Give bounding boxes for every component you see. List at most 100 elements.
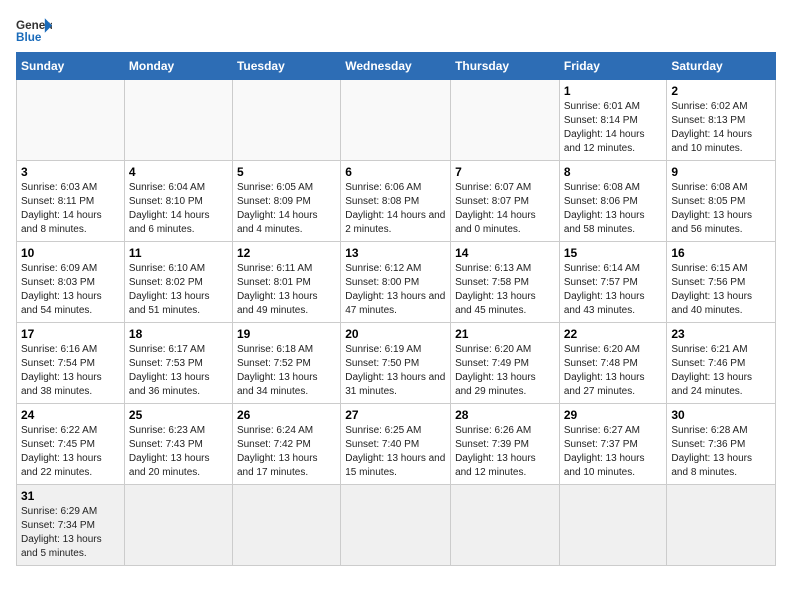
- day-number: 5: [237, 165, 336, 179]
- calendar-week-row: 24Sunrise: 6:22 AM Sunset: 7:45 PM Dayli…: [17, 404, 776, 485]
- calendar-cell: 15 Sunrise: 6:14 AM Sunset: 7:57 PM Dayli…: [559, 242, 667, 323]
- calendar-cell: [124, 80, 232, 161]
- calendar-cell: 18 Sunrise: 6:17 AM Sunset: 7:53 PM Dayli…: [124, 323, 232, 404]
- calendar-cell: [559, 485, 667, 566]
- day-info: Sunrise: 6:08 AM Sunset: 8:05 PM Dayligh…: [671, 181, 771, 237]
- generalblue-logo-icon: General Blue: [16, 16, 52, 44]
- day-info: Sunrise: 6:17 AM Sunset: 7:53 PM Dayligh…: [129, 343, 228, 399]
- calendar-cell: 16 Sunrise: 6:15 AM Sunset: 7:56 PM Dayli…: [667, 242, 776, 323]
- day-number: 20: [345, 327, 446, 341]
- svg-text:Blue: Blue: [16, 31, 42, 44]
- calendar-cell: 13 Sunrise: 6:12 AM Sunset: 8:00 PM Dayli…: [341, 242, 451, 323]
- calendar-cell: 1 Sunrise: 6:01 AM Sunset: 8:14 PM Daylig…: [559, 80, 667, 161]
- day-number: 8: [564, 165, 663, 179]
- calendar-cell: [124, 485, 232, 566]
- calendar-cell: 24Sunrise: 6:22 AM Sunset: 7:45 PM Dayli…: [17, 404, 125, 485]
- day-info: Sunrise: 6:23 AM Sunset: 7:43 PM Dayligh…: [129, 424, 228, 480]
- calendar-cell: [341, 485, 451, 566]
- day-number: 22: [564, 327, 663, 341]
- calendar-cell: 22 Sunrise: 6:20 AM Sunset: 7:48 PM Dayli…: [559, 323, 667, 404]
- calendar-week-row: 1 Sunrise: 6:01 AM Sunset: 8:14 PM Daylig…: [17, 80, 776, 161]
- day-info: Sunrise: 6:10 AM Sunset: 8:02 PM Dayligh…: [129, 262, 228, 318]
- day-number: 18: [129, 327, 228, 341]
- calendar-cell: 7 Sunrise: 6:07 AM Sunset: 8:07 PM Daylig…: [451, 161, 560, 242]
- logo: General Blue: [16, 16, 52, 44]
- day-info: Sunrise: 6:27 AM Sunset: 7:37 PM Dayligh…: [564, 424, 663, 480]
- calendar-table: SundayMondayTuesdayWednesdayThursdayFrid…: [16, 52, 776, 566]
- calendar-cell: 9 Sunrise: 6:08 AM Sunset: 8:05 PM Daylig…: [667, 161, 776, 242]
- day-number: 9: [671, 165, 771, 179]
- calendar-cell: 21Sunrise: 6:20 AM Sunset: 7:49 PM Dayli…: [451, 323, 560, 404]
- calendar-cell: 8 Sunrise: 6:08 AM Sunset: 8:06 PM Daylig…: [559, 161, 667, 242]
- calendar-cell: 5Sunrise: 6:05 AM Sunset: 8:09 PM Daylig…: [232, 161, 340, 242]
- calendar-cell: 6Sunrise: 6:06 AM Sunset: 8:08 PM Daylig…: [341, 161, 451, 242]
- day-info: Sunrise: 6:26 AM Sunset: 7:39 PM Dayligh…: [455, 424, 555, 480]
- calendar-cell: 10Sunrise: 6:09 AM Sunset: 8:03 PM Dayli…: [17, 242, 125, 323]
- page-header: General Blue: [16, 16, 776, 44]
- calendar-cell: [232, 485, 340, 566]
- calendar-cell: [667, 485, 776, 566]
- day-number: 2: [671, 84, 771, 98]
- day-number: 16: [671, 246, 771, 260]
- day-info: Sunrise: 6:13 AM Sunset: 7:58 PM Dayligh…: [455, 262, 555, 318]
- day-number: 11: [129, 246, 228, 260]
- day-number: 1: [564, 84, 663, 98]
- day-number: 21: [455, 327, 555, 341]
- calendar-week-row: 3Sunrise: 6:03 AM Sunset: 8:11 PM Daylig…: [17, 161, 776, 242]
- day-info: Sunrise: 6:22 AM Sunset: 7:45 PM Dayligh…: [21, 424, 120, 480]
- calendar-header-row: SundayMondayTuesdayWednesdayThursdayFrid…: [17, 53, 776, 80]
- day-info: Sunrise: 6:28 AM Sunset: 7:36 PM Dayligh…: [671, 424, 771, 480]
- day-info: Sunrise: 6:15 AM Sunset: 7:56 PM Dayligh…: [671, 262, 771, 318]
- day-number: 28: [455, 408, 555, 422]
- day-info: Sunrise: 6:18 AM Sunset: 7:52 PM Dayligh…: [237, 343, 336, 399]
- day-number: 14: [455, 246, 555, 260]
- calendar-cell: 31Sunrise: 6:29 AM Sunset: 7:34 PM Dayli…: [17, 485, 125, 566]
- day-number: 25: [129, 408, 228, 422]
- calendar-cell: [341, 80, 451, 161]
- day-info: Sunrise: 6:14 AM Sunset: 7:57 PM Dayligh…: [564, 262, 663, 318]
- day-number: 13: [345, 246, 446, 260]
- day-number: 7: [455, 165, 555, 179]
- day-info: Sunrise: 6:11 AM Sunset: 8:01 PM Dayligh…: [237, 262, 336, 318]
- calendar-cell: 29Sunrise: 6:27 AM Sunset: 7:37 PM Dayli…: [559, 404, 667, 485]
- day-number: 27: [345, 408, 446, 422]
- calendar-cell: 28 Sunrise: 6:26 AM Sunset: 7:39 PM Dayli…: [451, 404, 560, 485]
- calendar-cell: 2Sunrise: 6:02 AM Sunset: 8:13 PM Daylig…: [667, 80, 776, 161]
- day-number: 3: [21, 165, 120, 179]
- col-header-saturday: Saturday: [667, 53, 776, 80]
- day-info: Sunrise: 6:24 AM Sunset: 7:42 PM Dayligh…: [237, 424, 336, 480]
- calendar-cell: 11 Sunrise: 6:10 AM Sunset: 8:02 PM Dayli…: [124, 242, 232, 323]
- day-info: Sunrise: 6:12 AM Sunset: 8:00 PM Dayligh…: [345, 262, 446, 318]
- day-info: Sunrise: 6:29 AM Sunset: 7:34 PM Dayligh…: [21, 505, 120, 561]
- calendar-cell: 19 Sunrise: 6:18 AM Sunset: 7:52 PM Dayli…: [232, 323, 340, 404]
- calendar-cell: [451, 485, 560, 566]
- day-info: Sunrise: 6:01 AM Sunset: 8:14 PM Dayligh…: [564, 100, 663, 156]
- calendar-cell: [451, 80, 560, 161]
- day-number: 17: [21, 327, 120, 341]
- day-number: 12: [237, 246, 336, 260]
- day-info: Sunrise: 6:07 AM Sunset: 8:07 PM Dayligh…: [455, 181, 555, 237]
- col-header-tuesday: Tuesday: [232, 53, 340, 80]
- day-number: 30: [671, 408, 771, 422]
- col-header-sunday: Sunday: [17, 53, 125, 80]
- calendar-cell: 14 Sunrise: 6:13 AM Sunset: 7:58 PM Dayli…: [451, 242, 560, 323]
- day-info: Sunrise: 6:20 AM Sunset: 7:48 PM Dayligh…: [564, 343, 663, 399]
- calendar-cell: 30 Sunrise: 6:28 AM Sunset: 7:36 PM Dayli…: [667, 404, 776, 485]
- calendar-cell: 17Sunrise: 6:16 AM Sunset: 7:54 PM Dayli…: [17, 323, 125, 404]
- day-info: Sunrise: 6:25 AM Sunset: 7:40 PM Dayligh…: [345, 424, 446, 480]
- day-number: 15: [564, 246, 663, 260]
- day-number: 19: [237, 327, 336, 341]
- calendar-cell: 26Sunrise: 6:24 AM Sunset: 7:42 PM Dayli…: [232, 404, 340, 485]
- col-header-monday: Monday: [124, 53, 232, 80]
- calendar-cell: 3Sunrise: 6:03 AM Sunset: 8:11 PM Daylig…: [17, 161, 125, 242]
- calendar-week-row: 31Sunrise: 6:29 AM Sunset: 7:34 PM Dayli…: [17, 485, 776, 566]
- day-info: Sunrise: 6:04 AM Sunset: 8:10 PM Dayligh…: [129, 181, 228, 237]
- calendar-cell: 27 Sunrise: 6:25 AM Sunset: 7:40 PM Dayli…: [341, 404, 451, 485]
- calendar-cell: [17, 80, 125, 161]
- calendar-cell: 12 Sunrise: 6:11 AM Sunset: 8:01 PM Dayli…: [232, 242, 340, 323]
- day-info: Sunrise: 6:08 AM Sunset: 8:06 PM Dayligh…: [564, 181, 663, 237]
- day-info: Sunrise: 6:06 AM Sunset: 8:08 PM Dayligh…: [345, 181, 446, 237]
- day-number: 23: [671, 327, 771, 341]
- calendar-cell: 23Sunrise: 6:21 AM Sunset: 7:46 PM Dayli…: [667, 323, 776, 404]
- day-number: 10: [21, 246, 120, 260]
